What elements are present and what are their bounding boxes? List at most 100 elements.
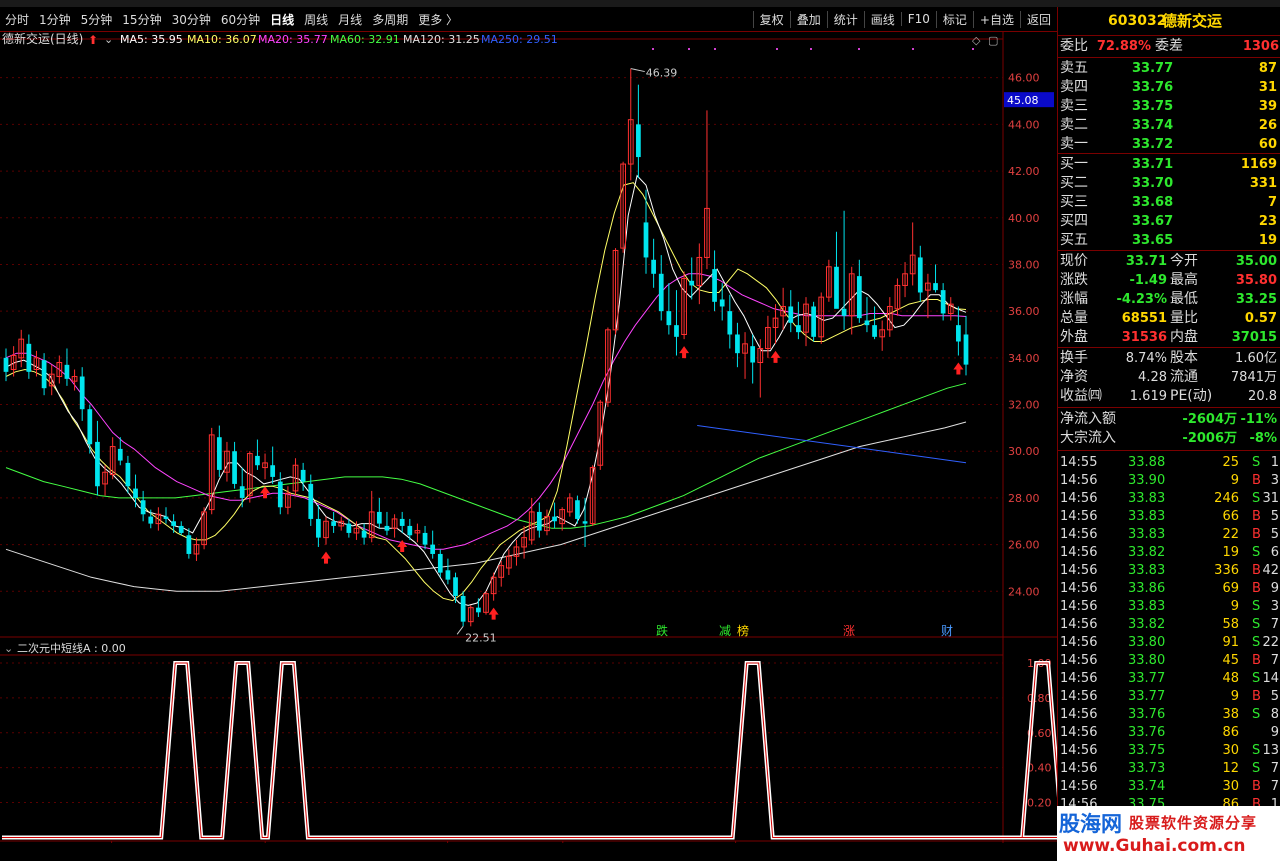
candle-body xyxy=(216,437,222,470)
tick-volume: 91 xyxy=(1222,635,1239,650)
buy-order-row: 买五 33.65 19 xyxy=(1058,231,1280,250)
tick-volume: 25 xyxy=(1222,455,1239,470)
candle-body xyxy=(277,481,283,508)
stat-label: 涨幅 xyxy=(1060,291,1088,307)
toolbar-button-5[interactable]: 标记 xyxy=(935,10,973,28)
kline-chart[interactable]: 46.00 44.00 42.00 40.00 38.00 36.00 34.00 32.00… xyxy=(0,31,1065,858)
tick-price: 33.90 xyxy=(1128,473,1166,488)
period-tab-8[interactable]: 月线 xyxy=(333,11,367,28)
sell-price: 33.76 xyxy=(1132,80,1174,95)
candle-body xyxy=(422,532,428,545)
ma10-line xyxy=(5,182,967,602)
tick-volume: 9 xyxy=(1230,599,1239,614)
event-dot xyxy=(688,48,690,50)
buy-signal-arrow-icon xyxy=(321,551,331,564)
toolbar-button-4[interactable]: F10 xyxy=(900,12,936,26)
tick-price: 33.73 xyxy=(1128,761,1166,776)
chart-area[interactable]: 46.00 44.00 42.00 40.00 38.00 36.00 34.00 32.00… xyxy=(0,31,1065,861)
sell-order-row: 卖一 33.72 60 xyxy=(1058,135,1280,154)
period-tab-2[interactable]: 5分钟 xyxy=(76,11,118,28)
sell-order-row: 卖三 33.75 39 xyxy=(1058,97,1280,116)
stat-value: 31536 xyxy=(1121,330,1167,345)
buy-price: 33.67 xyxy=(1132,214,1174,229)
tick-count: 31 xyxy=(1262,491,1279,506)
flow-row: 大宗流入 -2006万 -8% xyxy=(1058,429,1280,448)
stat-row: 收益㈣ 1.619 PE(动) 20.8 xyxy=(1058,387,1280,406)
tick-volume: 246 xyxy=(1214,491,1239,506)
tick-side: S xyxy=(1252,599,1261,614)
toolbar-button-7[interactable]: 返回 xyxy=(1019,10,1057,28)
divider xyxy=(1058,450,1280,451)
period-tab-10[interactable]: 更多 〉 xyxy=(413,11,463,28)
stat-value: 4.28 xyxy=(1138,370,1167,385)
tick-side: S xyxy=(1252,761,1261,776)
tick-count: 1 xyxy=(1270,455,1279,470)
price-axis-label: 36.00 xyxy=(1008,305,1040,318)
ma-legend-3: MA60: 32.91 xyxy=(330,33,400,46)
tick-time: 14:56 xyxy=(1060,473,1098,488)
indicator-axis-label: 0.20 xyxy=(1027,797,1052,810)
tick-count: 5 xyxy=(1270,527,1279,542)
price-axis-label: 38.00 xyxy=(1008,258,1040,271)
period-tab-9[interactable]: 多周期 xyxy=(367,11,413,28)
price-axis-label: 44.00 xyxy=(1008,118,1040,131)
tick-price: 33.74 xyxy=(1128,779,1166,794)
toolbar-button-3[interactable]: 画线 xyxy=(863,10,901,28)
period-tabs: 分时 1分钟 5分钟 15分钟 30分钟 60分钟 日线 周线 月线 多周期 更多 〉 xyxy=(0,11,463,28)
tick-time: 14:56 xyxy=(1060,581,1098,596)
chart-title: 德新交运(日线) xyxy=(2,31,83,46)
period-tab-4[interactable]: 30分钟 xyxy=(167,11,216,28)
tick-price: 33.80 xyxy=(1128,653,1166,668)
tick-volume: 69 xyxy=(1222,581,1239,596)
sell-price: 33.77 xyxy=(1132,61,1174,76)
candle-body xyxy=(864,320,870,326)
tick-side: S xyxy=(1252,743,1261,758)
buy-signal-arrow-icon xyxy=(260,486,271,499)
period-tab-0[interactable]: 分时 xyxy=(0,11,34,28)
period-tab-7[interactable]: 周线 xyxy=(299,11,333,28)
candle-body xyxy=(796,325,801,333)
sell-label: 卖一 xyxy=(1060,136,1088,152)
period-tab-1[interactable]: 1分钟 xyxy=(34,11,76,28)
tick-time: 14:56 xyxy=(1060,509,1098,524)
toolbar-button-1[interactable]: 叠加 xyxy=(789,10,827,28)
tick-volume: 58 xyxy=(1222,617,1239,632)
tick-row: 14:56 33.80 91 S 22 xyxy=(1058,633,1280,652)
tick-row: 14:56 33.83 9 S 3 xyxy=(1058,597,1280,616)
candle-body xyxy=(872,325,877,337)
candle-body xyxy=(376,511,382,524)
candle-body xyxy=(148,516,154,524)
sell-volume: 87 xyxy=(1258,61,1277,76)
tick-time: 14:56 xyxy=(1060,671,1098,686)
flow-value: -2604万 xyxy=(1182,412,1237,427)
period-tab-5[interactable]: 60分钟 xyxy=(216,11,265,28)
tick-row: 14:56 33.90 9 B 3 xyxy=(1058,471,1280,490)
candle-body xyxy=(255,455,260,466)
stat-label: 股本 xyxy=(1170,350,1198,366)
candle-body xyxy=(232,451,237,484)
tick-row: 14:56 33.82 19 S 6 xyxy=(1058,543,1280,562)
tick-volume: 19 xyxy=(1222,545,1239,560)
event-marker-1: 减 xyxy=(719,624,731,638)
tick-row: 14:56 33.83 336 B 42 xyxy=(1058,561,1280,580)
tick-price: 33.83 xyxy=(1128,527,1166,542)
candle-body xyxy=(643,222,649,258)
toolbar-button-2[interactable]: 统计 xyxy=(826,10,864,28)
candle-body xyxy=(3,357,9,372)
divider xyxy=(1058,57,1280,58)
sell-order-row: 卖二 33.74 26 xyxy=(1058,116,1280,135)
period-tab-6[interactable]: 日线 xyxy=(265,11,299,28)
candle-body xyxy=(666,311,672,326)
tick-time: 14:56 xyxy=(1060,707,1098,722)
tick-time: 14:56 xyxy=(1060,617,1098,632)
tick-side: B xyxy=(1252,779,1261,794)
quote-panel: 603032 德新交运 委比 72.88% 委差 1306 卖五 33.77 87 卖… xyxy=(1057,7,1280,861)
candle-body xyxy=(712,269,717,302)
period-tab-3[interactable]: 15分钟 xyxy=(117,11,166,28)
candle-body xyxy=(453,577,458,596)
toolbar-button-6[interactable]: +自选 xyxy=(972,10,1020,28)
tick-price: 33.88 xyxy=(1128,455,1166,470)
watermark-brand: 股海网 xyxy=(1059,812,1122,836)
toolbar-button-0[interactable]: 复权 xyxy=(752,10,790,28)
stat-row: 净资 4.28 流通 7841万 xyxy=(1058,368,1280,387)
